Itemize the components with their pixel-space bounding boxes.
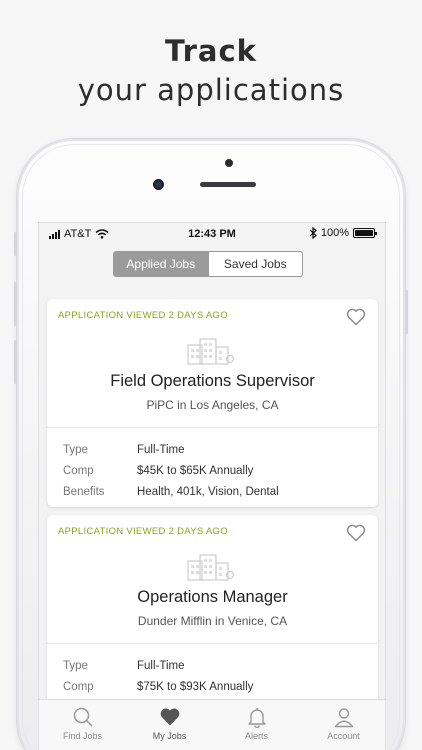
detail-row-comp: Comp $45K to $65K Annually [63,460,279,481]
tab-account[interactable]: Account [300,700,385,750]
detail-row-benefits: Benefits Health, 401k, Vision, Dental [63,481,279,502]
tab-my-jobs[interactable]: My Jobs [126,700,213,750]
battery-percent: 100% [320,227,349,239]
job-company-location: PiPC in Los Angeles, CA [146,398,279,412]
heart-icon[interactable] [346,524,366,542]
front-camera [153,179,164,190]
detail-value: Health, 401k, Vision, Dental [137,485,279,498]
front-sensor [225,159,233,167]
tab-label: Alerts [244,731,268,741]
tab-label: Account [327,731,360,741]
jobs-segmented-control: Applied Jobs Saved Jobs [113,251,303,277]
detail-row-type: Type Full-Time [63,439,279,460]
detail-label: Comp [63,680,94,693]
segment-applied-jobs[interactable]: Applied Jobs [114,252,208,276]
building-icon [187,554,235,581]
earpiece-speaker [200,182,256,187]
promo-headline: Track your applications [0,32,422,110]
job-card[interactable]: APPLICATION VIEWED 2 DAYS AGO Field Oper… [47,299,378,507]
detail-label: Type [63,443,88,456]
building-icon [187,338,235,365]
application-status: APPLICATION VIEWED 2 DAYS AGO [58,310,228,321]
detail-label: Benefits [63,485,105,498]
detail-label: Type [63,659,88,672]
search-icon [73,707,93,727]
job-details: Type Full-Time Comp $75K to $93K Annually [63,655,253,697]
tab-label: Find Jobs [62,731,103,741]
bell-icon [247,708,266,728]
battery-icon [353,228,377,238]
detail-row-type: Type Full-Time [63,655,253,676]
detail-row-comp: Comp $75K to $93K Annually [63,676,253,697]
headline-line-1: Track [165,34,257,68]
mute-switch [14,232,17,256]
heart-icon[interactable] [346,308,366,326]
phone-screen: AT&T 12:43 PM 100% Applied Jobs Saved Jo… [38,222,386,750]
job-company-location: Dunder Mifflin in Venice, CA [137,614,288,628]
tab-bar: Find Jobs My Jobs Alerts Account [39,699,385,750]
tab-find-jobs[interactable]: Find Jobs [39,700,126,750]
detail-value: Full-Time [137,659,185,672]
job-title: Operations Manager [137,588,288,606]
card-divider [47,643,378,644]
tab-alerts[interactable]: Alerts [213,700,300,750]
application-status: APPLICATION VIEWED 2 DAYS AGO [58,526,228,537]
status-bar: AT&T 12:43 PM 100% [39,223,385,245]
detail-label: Comp [63,464,94,477]
job-details: Type Full-Time Comp $45K to $65K Annually … [63,439,279,502]
card-divider [47,427,378,428]
detail-value: $75K to $93K Annually [137,680,254,693]
segment-saved-jobs[interactable]: Saved Jobs [207,252,303,276]
volume-down-button [14,340,17,384]
heart-icon [160,708,179,726]
person-icon [334,708,353,728]
job-title: Field Operations Supervisor [110,372,315,390]
detail-value: $45K to $65K Annually [137,464,254,477]
bluetooth-icon [309,227,317,239]
power-button [405,290,408,334]
job-card[interactable]: APPLICATION VIEWED 2 DAYS AGO Operations… [47,515,378,715]
detail-value: Full-Time [137,443,185,456]
tab-label: My Jobs [152,731,187,741]
headline-line-2: your applications [77,73,345,107]
volume-up-button [14,282,17,326]
